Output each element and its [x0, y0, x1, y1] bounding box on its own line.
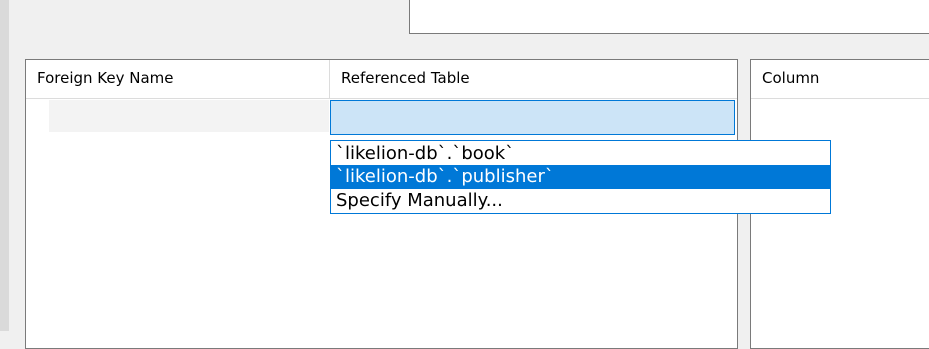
referenced-table-dropdown-list: `likelion-db`.`book` `likelion-db`.`publ…	[330, 140, 831, 214]
dropdown-option-publisher[interactable]: `likelion-db`.`publisher`	[331, 165, 830, 189]
dropdown-option-specify-manually[interactable]: Specify Manually...	[331, 189, 830, 213]
comment-panel	[409, 0, 929, 34]
left-splitter[interactable]	[0, 0, 9, 331]
column-header-foreign-key-name[interactable]: Foreign Key Name	[26, 60, 329, 99]
foreign-key-name-cell[interactable]	[49, 100, 329, 132]
column-header-referenced-table[interactable]: Referenced Table	[329, 60, 737, 99]
column-header-column[interactable]: Column	[751, 60, 929, 99]
referenced-table-combo-cell[interactable]	[330, 100, 735, 135]
dropdown-option-book[interactable]: `likelion-db`.`book`	[331, 142, 830, 166]
foreign-key-grid-header: Foreign Key Name Referenced Table	[26, 60, 737, 99]
